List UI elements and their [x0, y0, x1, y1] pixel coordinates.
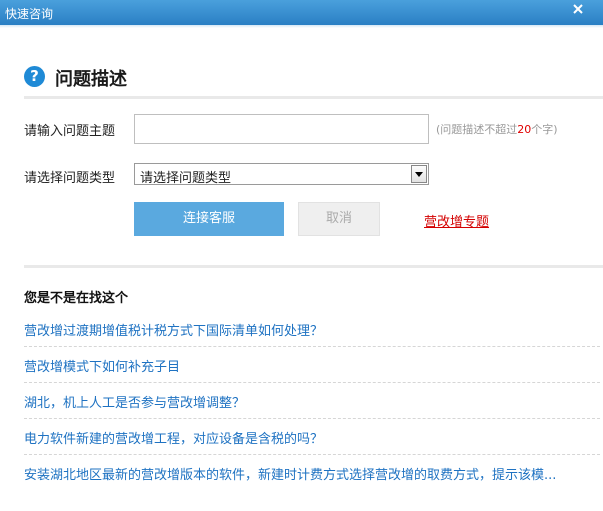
- window-titlebar: 快速咨询: [0, 0, 603, 28]
- suggestions-divider: [24, 265, 603, 268]
- faq-item: 电力软件新建的营改增工程，对应设备是含税的吗？: [24, 419, 600, 455]
- faq-link[interactable]: 营改增过渡期增值税计税方式下国际清单如何处理？: [24, 320, 323, 339]
- faq-item: 营改增模式下如何补充子目: [24, 347, 600, 383]
- subject-hint-limit: 20: [517, 123, 532, 136]
- vat-topic-link[interactable]: 营改增专题: [424, 211, 489, 230]
- cancel-button[interactable]: 取消: [298, 202, 380, 236]
- faq-link[interactable]: 电力软件新建的营改增工程，对应设备是含税的吗？: [24, 428, 323, 447]
- subject-hint: (问题描述不超过20个字): [436, 123, 558, 136]
- suggestions-title: 您是不是在找这个: [24, 291, 129, 306]
- section-title: 问题描述: [55, 69, 127, 90]
- connect-support-button[interactable]: 连接客服: [134, 202, 284, 236]
- close-icon[interactable]: [571, 2, 585, 16]
- faq-item: 营改增过渡期增值税计税方式下国际清单如何处理？: [24, 311, 600, 347]
- subject-label: 请输入问题主题: [24, 124, 116, 139]
- faq-item: 湖北，机上人工是否参与营改增调整？: [24, 383, 600, 419]
- type-select[interactable]: 请选择问题类型: [134, 163, 429, 186]
- faq-link[interactable]: 湖北，机上人工是否参与营改增调整？: [24, 392, 245, 411]
- faq-item: 安装湖北地区最新的营改增版本的软件，新建时计费方式选择营改增的取费方式，提示该模…: [24, 455, 600, 491]
- subject-input[interactable]: [134, 114, 429, 144]
- caret-down-icon[interactable]: [411, 165, 427, 183]
- type-label: 请选择问题类型: [24, 171, 116, 186]
- section-divider: [24, 96, 603, 99]
- window-title: 快速咨询: [5, 7, 54, 21]
- type-select-value: 请选择问题类型: [140, 171, 232, 186]
- titlebar-shadow: [0, 25, 603, 28]
- faq-link[interactable]: 安装湖北地区最新的营改增版本的软件，新建时计费方式选择营改增的取费方式，提示该模…: [24, 464, 556, 483]
- faq-link[interactable]: 营改增模式下如何补充子目: [24, 356, 180, 375]
- question-circle-icon: ?: [24, 66, 45, 87]
